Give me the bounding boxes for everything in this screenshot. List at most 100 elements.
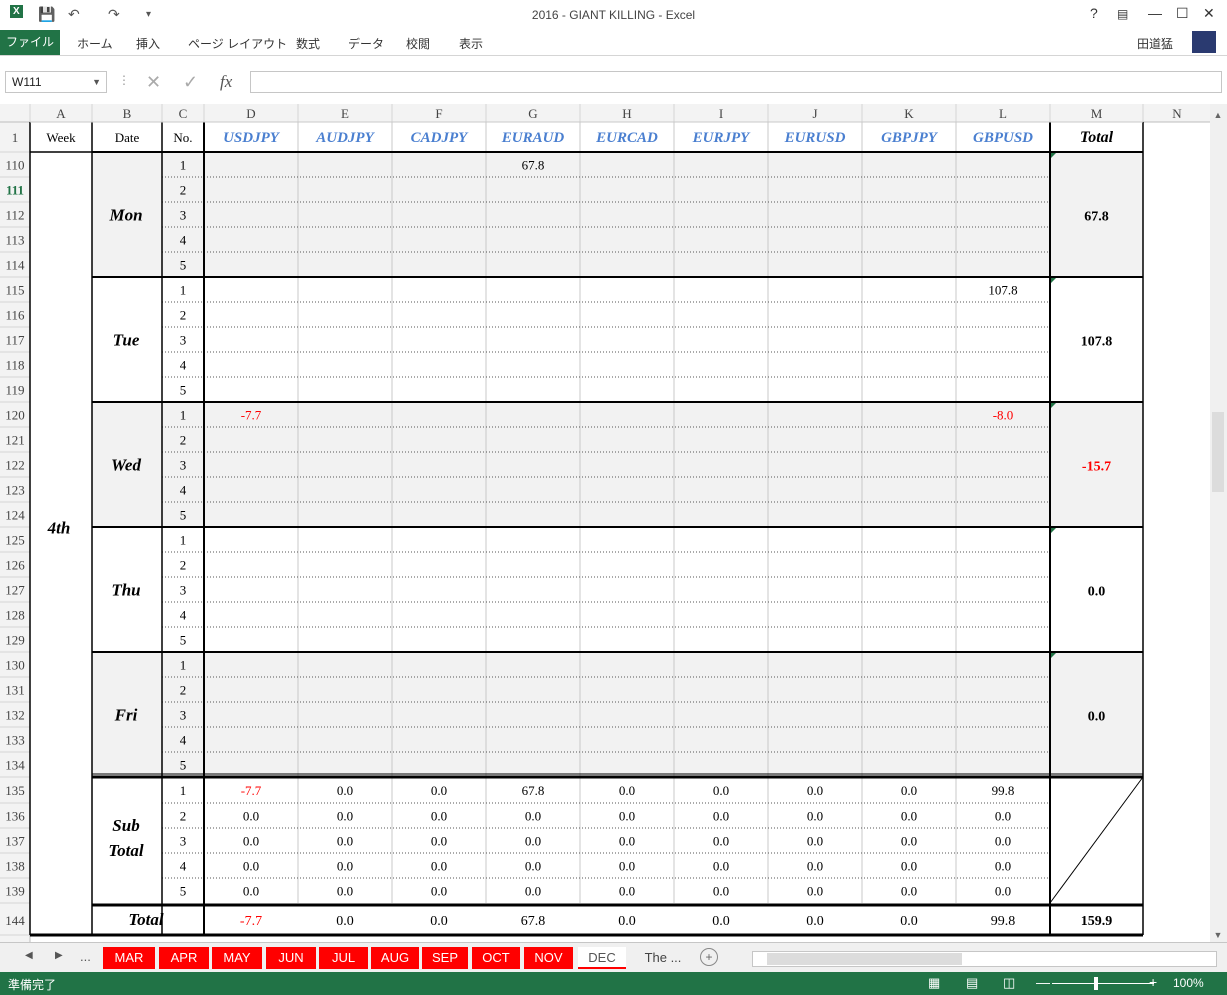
column-header-H: H — [622, 106, 631, 121]
slot-number: 2 — [180, 308, 187, 323]
row-number-131: 131 — [5, 683, 25, 698]
row-number-138: 138 — [5, 859, 25, 874]
subtotal-cell-value: -7.7 — [241, 783, 262, 798]
zoom-out-icon[interactable]: — — [1036, 974, 1050, 990]
worksheet-grid[interactable]: A B C D E F G H I J K L M N ▲ ▼ 1 110 111 112 113 114 115 116 11… — [0, 104, 1227, 942]
avatar[interactable] — [1192, 31, 1216, 53]
scroll-tabs-left-icon[interactable]: ◀ — [25, 950, 33, 961]
scroll-up-icon: ▲ — [1214, 110, 1223, 120]
page-layout-view-icon[interactable]: ▤ — [966, 975, 978, 991]
slot-number: 2 — [180, 183, 187, 198]
new-sheet-icon[interactable]: + — [700, 948, 718, 966]
column-header-C: C — [179, 106, 188, 121]
subtotal-cell-value: 0.0 — [431, 809, 447, 824]
zoom-level[interactable]: 100% — [1173, 976, 1204, 990]
ribbon-display-icon[interactable]: ▤ — [1117, 7, 1128, 21]
sheet-tab-sep[interactable]: SEP — [422, 947, 468, 969]
total-row-value: 0.0 — [900, 914, 918, 929]
sheet-tab-nov[interactable]: NOV — [524, 947, 573, 969]
minimize-icon[interactable]: — — [1148, 5, 1162, 21]
row-number-139: 139 — [5, 884, 25, 899]
sheet-tab-the[interactable]: The ... — [634, 947, 692, 969]
subtotal-cell-value: 0.0 — [619, 884, 635, 899]
header-pair-cadjpy: CADJPY — [411, 130, 470, 146]
slot-number: 5 — [180, 758, 187, 773]
sheet-tab-jun[interactable]: JUN — [266, 947, 316, 969]
subtotal-cell-value: 0.0 — [619, 783, 635, 798]
slot-number: 3 — [180, 208, 187, 223]
row-number-117: 117 — [5, 333, 25, 348]
row-number-115: 115 — [5, 283, 24, 298]
week-label: 4th — [47, 519, 71, 538]
name-box-dropdown-icon[interactable]: ▼ — [92, 72, 101, 92]
slot-number: 5 — [180, 383, 187, 398]
total-row-value: 0.0 — [336, 914, 354, 929]
normal-view-icon[interactable]: ▦ — [928, 975, 940, 991]
zoom-slider[interactable] — [1052, 983, 1154, 984]
tab-view[interactable]: 表示 — [459, 35, 483, 52]
row-number-135: 135 — [5, 783, 25, 798]
grand-total-value: 159.9 — [1081, 914, 1113, 929]
tab-review[interactable]: 校閲 — [406, 35, 430, 52]
name-box[interactable]: W111 ▼ — [5, 71, 107, 93]
sheet-tab-dec[interactable]: DEC — [578, 947, 626, 969]
slot-number: 5 — [180, 884, 187, 899]
maximize-icon[interactable]: ☐ — [1176, 5, 1189, 22]
row-number-1: 1 — [12, 130, 19, 145]
ribbon-tabs: ファイル ホーム 挿入 ページ レイアウト 数式 データ 校閲 表示 田道猛 — [0, 30, 1227, 56]
slot-number: 3 — [180, 834, 187, 849]
zoom-slider-thumb[interactable] — [1094, 977, 1098, 990]
day-total-mon: 67.8 — [1084, 210, 1109, 225]
formula-bar: W111 ▼ ⋮ ✕ ✓ fx — [0, 70, 1227, 96]
user-name[interactable]: 田道猛 — [1137, 35, 1173, 52]
status-ready: 準備完了 — [8, 978, 57, 992]
cancel-icon[interactable]: ✕ — [146, 72, 161, 93]
row-number-130: 130 — [5, 658, 25, 673]
column-header-N: N — [1172, 106, 1182, 121]
day-total-wed: -15.7 — [1082, 460, 1111, 475]
page-break-view-icon[interactable]: ◫ — [1003, 975, 1015, 991]
slot-number: 4 — [180, 483, 187, 498]
slot-number: 3 — [180, 708, 187, 723]
insert-function-icon[interactable]: fx — [220, 72, 232, 92]
close-icon[interactable]: ✕ — [1203, 5, 1215, 22]
title-bar: X 💾 ↶ ↷ ▾ 2016 - GIANT KILLING - Excel ?… — [0, 0, 1227, 30]
row-number-128: 128 — [5, 608, 25, 623]
subtotal-cell-value: 0.0 — [525, 884, 541, 899]
zoom-in-icon[interactable]: + — [1149, 974, 1157, 990]
sheet-tab-oct[interactable]: OCT — [472, 947, 520, 969]
subtotal-cell-value: 0.0 — [619, 809, 635, 824]
scroll-tabs-right-icon[interactable]: ▶ — [55, 950, 63, 961]
total-row-value: 0.0 — [712, 914, 730, 929]
tab-data[interactable]: データ — [348, 35, 384, 52]
sheet-tab-mar[interactable]: MAR — [103, 947, 155, 969]
tab-ellipsis[interactable]: ... — [80, 949, 91, 964]
sheet-tab-aug[interactable]: AUG — [371, 947, 419, 969]
tab-insert[interactable]: 挿入 — [136, 35, 160, 52]
subtotal-diagonal — [1049, 776, 1144, 904]
column-header-G: G — [528, 106, 537, 121]
column-header-M: M — [1091, 106, 1103, 121]
subtotal-cell-value: 0.0 — [713, 809, 729, 824]
horizontal-scroll-thumb[interactable] — [767, 953, 962, 965]
horizontal-scrollbar[interactable] — [752, 951, 1217, 967]
tab-formulas[interactable]: 数式 — [296, 35, 320, 52]
sheet-tab-apr[interactable]: APR — [159, 947, 209, 969]
row-number-119: 119 — [5, 383, 24, 398]
formula-input[interactable] — [250, 71, 1222, 93]
status-bar: 準備完了 ▦ ▤ ◫ — + 100% — [0, 972, 1227, 995]
day-label-thu: Thu — [111, 581, 140, 600]
column-header-A: A — [56, 106, 66, 121]
row-number-116: 116 — [5, 308, 25, 323]
sheet-tab-may[interactable]: MAY — [212, 947, 262, 969]
help-icon[interactable]: ? — [1090, 5, 1098, 21]
comment-marker-icon — [1051, 278, 1056, 283]
tab-page-layout[interactable]: ページ レイアウト — [188, 35, 287, 52]
column-header-J: J — [812, 106, 817, 121]
enter-icon[interactable]: ✓ — [183, 72, 198, 93]
subtotal-cell-value: 0.0 — [337, 884, 353, 899]
sheet-tab-jul[interactable]: JUL — [319, 947, 368, 969]
tab-file[interactable]: ファイル — [0, 30, 60, 55]
slot-number: 5 — [180, 633, 187, 648]
tab-home[interactable]: ホーム — [77, 35, 113, 52]
